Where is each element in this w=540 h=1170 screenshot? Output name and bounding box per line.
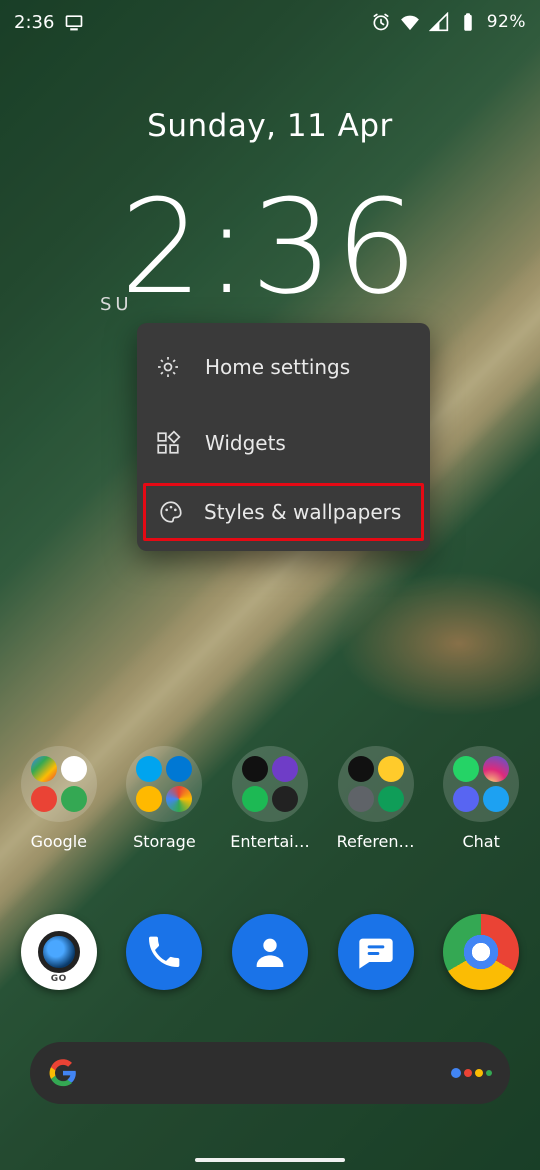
phone-icon (144, 932, 184, 972)
assistant-icon[interactable] (451, 1068, 492, 1078)
menu-styles-wallpapers[interactable]: Styles & wallpapers (143, 483, 424, 541)
folder-google[interactable]: Google (11, 746, 107, 851)
dock-chrome[interactable] (443, 914, 519, 990)
status-time: 2:36 (14, 12, 54, 33)
folder-icon (126, 746, 202, 822)
camera-go-caption: GO (51, 974, 67, 984)
dock: GO (0, 914, 540, 990)
widgets-icon (155, 430, 181, 456)
palette-icon (158, 499, 184, 525)
messages-icon (356, 932, 396, 972)
google-g-icon (48, 1058, 78, 1088)
person-icon (250, 932, 290, 972)
folder-reference[interactable]: Referen… (328, 746, 424, 851)
menu-item-label: Home settings (205, 355, 350, 379)
folder-row: Google Storage Entertai… Referen… Chat (0, 746, 540, 851)
menu-item-label: Widgets (205, 431, 286, 455)
folder-icon (232, 746, 308, 822)
folder-label: Storage (133, 832, 196, 851)
battery-icon (458, 12, 478, 32)
folder-icon (21, 746, 97, 822)
dock-camera-go[interactable]: GO (21, 914, 97, 990)
folder-label: Chat (462, 832, 499, 851)
signal-icon (429, 12, 449, 32)
folder-label: Google (31, 832, 87, 851)
menu-item-label: Styles & wallpapers (204, 500, 401, 524)
alarm-icon (371, 12, 391, 32)
home-context-menu: Home settings Widgets Styles & wallpaper… (137, 323, 430, 551)
cast-icon (64, 12, 84, 32)
camera-lens-icon (38, 931, 80, 973)
folder-label: Referen… (337, 832, 415, 851)
dock-phone[interactable] (126, 914, 202, 990)
folder-entertainment[interactable]: Entertai… (222, 746, 318, 851)
gesture-nav-handle[interactable] (195, 1158, 345, 1162)
clock-widget[interactable]: Sunday, 11 Apr 2:36 (0, 108, 540, 312)
menu-widgets[interactable]: Widgets (137, 405, 430, 481)
wifi-icon (400, 12, 420, 32)
status-bar: 2:36 92% (0, 0, 540, 44)
folder-chat[interactable]: Chat (433, 746, 529, 851)
menu-home-settings[interactable]: Home settings (137, 329, 430, 405)
folder-label: Entertai… (230, 832, 309, 851)
folder-icon (338, 746, 414, 822)
gear-icon (155, 354, 181, 380)
folder-icon (443, 746, 519, 822)
google-search-bar[interactable] (30, 1042, 510, 1104)
battery-percent: 92% (487, 12, 526, 32)
dock-contacts[interactable] (232, 914, 308, 990)
clock-date: Sunday, 11 Apr (0, 108, 540, 144)
folder-storage[interactable]: Storage (116, 746, 212, 851)
dock-messages[interactable] (338, 914, 414, 990)
clock-time: 2:36 (0, 182, 540, 312)
